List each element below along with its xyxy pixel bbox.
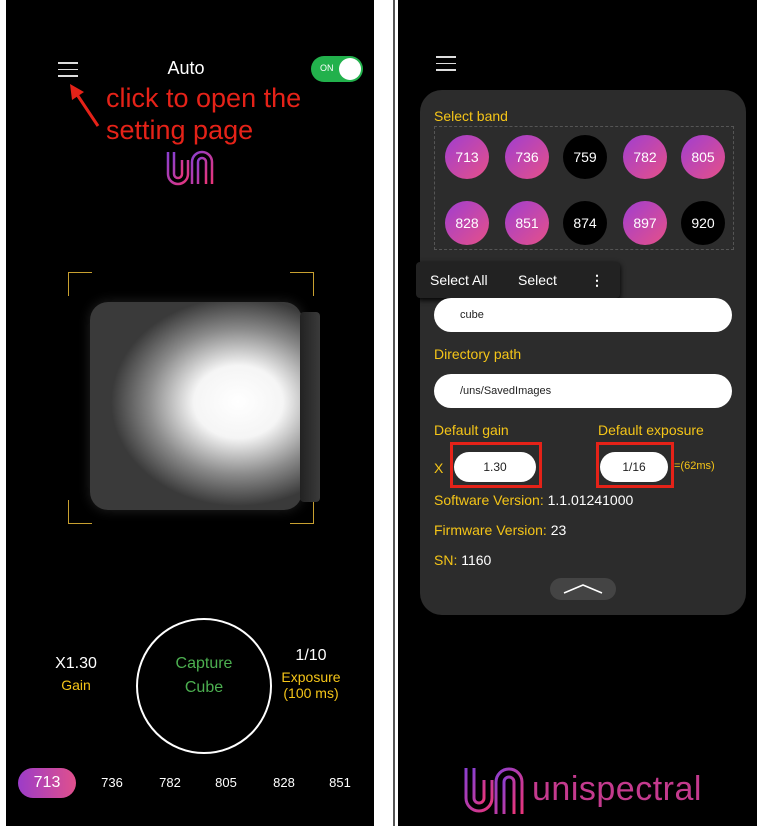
gain-highlight-box <box>450 442 542 488</box>
band-851[interactable]: 851 <box>320 768 360 798</box>
band-805[interactable]: 805 <box>681 135 725 179</box>
band-736[interactable]: 736 <box>505 135 549 179</box>
camera-preview <box>68 272 320 524</box>
band-782[interactable]: 782 <box>150 768 190 798</box>
divider <box>393 0 395 826</box>
mode-label: Auto <box>167 58 205 78</box>
sn-label: SN: <box>434 552 458 568</box>
menu-icon[interactable] <box>58 62 78 80</box>
sn-row: SN: 1160 <box>434 552 491 568</box>
firmware-version-row: Firmware Version: 23 <box>434 522 566 538</box>
gain-value[interactable]: X1.30 <box>46 655 106 673</box>
filename-value: cube <box>460 309 484 321</box>
directory-path-field[interactable]: /uns/SavedImages <box>434 374 732 408</box>
exposure-label-text: Exposure <box>281 669 341 685</box>
directory-path-value: /uns/SavedImages <box>460 385 552 397</box>
sn-value: 1160 <box>461 552 492 568</box>
gain-label: Gain <box>61 677 91 693</box>
brand-name: unispectral <box>532 770 702 808</box>
directory-path-label: Directory path <box>434 346 522 362</box>
firmware-label: Firmware Version: <box>434 522 547 538</box>
capture-screen: Auto ON click to open the setting page X… <box>6 0 374 826</box>
settings-screen: Select band 713 736 759 782 805 828 851 … <box>398 0 757 826</box>
capture-cube-button[interactable]: Capture Cube <box>136 618 272 754</box>
default-gain-label: Default gain <box>434 422 509 438</box>
capture-label-1: Capture <box>175 655 233 672</box>
band-897[interactable]: 897 <box>623 201 667 245</box>
capture-label-2: Cube <box>184 679 224 696</box>
band-828[interactable]: 828 <box>445 201 489 245</box>
band-713[interactable]: 713 <box>445 135 489 179</box>
filename-field[interactable]: cube <box>434 298 732 332</box>
firmware-value: 23 <box>550 522 567 538</box>
unispectral-logo-icon <box>166 150 214 186</box>
preview-image <box>90 302 320 510</box>
menu-icon[interactable] <box>436 56 456 74</box>
select-all-option[interactable]: Select All <box>430 272 488 288</box>
band-759[interactable]: 759 <box>563 135 607 179</box>
gain-prefix: X <box>434 460 444 476</box>
band-736[interactable]: 736 <box>92 768 132 798</box>
band-grid: 713 736 759 782 805 828 851 874 897 920 <box>434 126 734 250</box>
band-828[interactable]: 828 <box>264 768 304 798</box>
more-options-icon[interactable]: ⋮ <box>590 272 604 289</box>
software-value: 1.1.01241000 <box>547 492 634 508</box>
band-selector: 713 736 782 805 828 851 <box>18 768 368 800</box>
annotation-arrow-icon <box>70 84 100 127</box>
toggle-knob <box>339 58 361 80</box>
exposure-label: Exposure (100 ms) <box>271 669 351 701</box>
annotation-text: click to open the setting page <box>106 83 302 145</box>
band-805[interactable]: 805 <box>206 768 246 798</box>
band-920[interactable]: 920 <box>681 201 725 245</box>
software-version-row: Software Version: 1.1.01241000 <box>434 492 633 508</box>
select-band-label: Select band <box>434 108 508 124</box>
software-label: Software Version: <box>434 492 544 508</box>
chevron-up-icon <box>563 584 603 594</box>
band-874[interactable]: 874 <box>563 201 607 245</box>
settings-panel: Select band 713 736 759 782 805 828 851 … <box>420 90 746 615</box>
band-782[interactable]: 782 <box>623 135 667 179</box>
select-option[interactable]: Select <box>518 272 557 288</box>
auto-toggle[interactable]: ON <box>311 56 363 82</box>
exposure-highlight-box <box>596 442 674 488</box>
exposure-ms: =(62ms) <box>674 460 715 472</box>
collapse-button[interactable] <box>550 578 616 600</box>
toggle-on-label: ON <box>320 63 334 73</box>
exposure-ms: (100 ms) <box>283 685 339 701</box>
band-851[interactable]: 851 <box>505 201 549 245</box>
band-713[interactable]: 713 <box>18 768 76 798</box>
context-menu: Select All Select ⋮ <box>416 262 620 298</box>
exposure-value[interactable]: 1/10 <box>276 647 346 665</box>
unispectral-logo-icon <box>464 767 524 814</box>
default-exposure-label: Default exposure <box>598 422 704 438</box>
